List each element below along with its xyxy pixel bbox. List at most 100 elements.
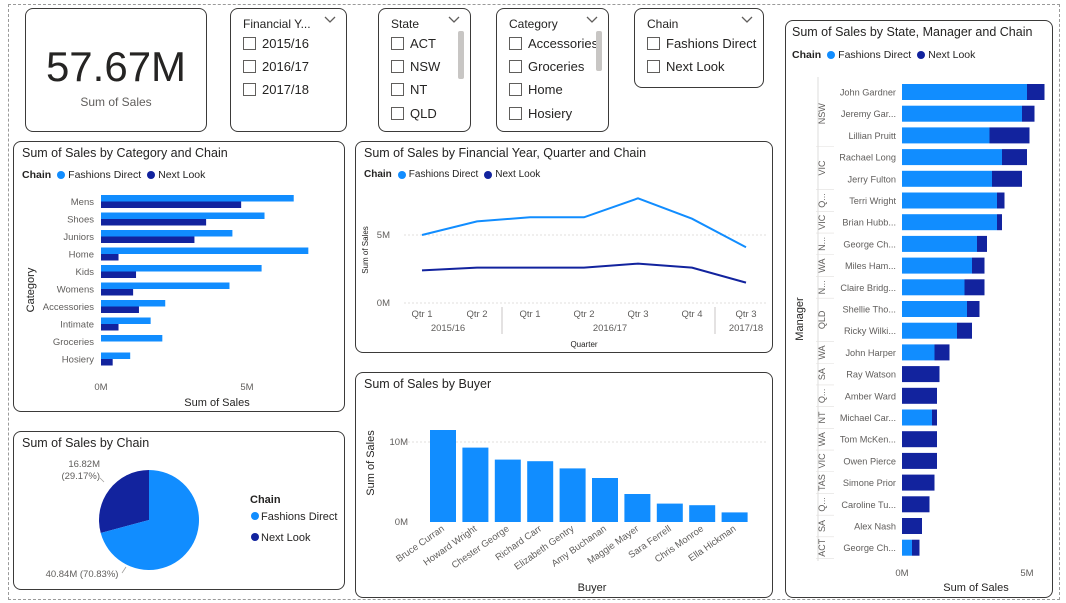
checkbox[interactable] [243, 60, 256, 73]
slicer-option[interactable]: Hosiery [509, 106, 572, 121]
chevron-down-icon[interactable] [448, 13, 460, 27]
manager-label: Terri Wright [849, 196, 896, 206]
quarter-label: Qtr 1 [519, 309, 540, 320]
y-tick: 10M [390, 437, 409, 448]
chevron-down-icon[interactable] [741, 13, 753, 27]
bar-next-look [902, 518, 922, 534]
checkbox[interactable] [509, 83, 522, 96]
state-label: N... [817, 237, 827, 251]
bar-next-look [902, 496, 930, 513]
quarter-label: Qtr 2 [466, 309, 487, 320]
state-label: TAS [817, 474, 827, 491]
line-next-look [421, 262, 747, 284]
slicer-option[interactable]: Next Look [647, 59, 725, 74]
category-label: Mens [71, 197, 94, 208]
year-line-chart: 5M 0M Sum of Sales 2015/16 2016/17 2017/… [361, 197, 768, 349]
checkbox[interactable] [509, 37, 522, 50]
legend-item-next-look: Next Look [261, 532, 311, 544]
slicer-option[interactable]: 2015/16 [243, 36, 309, 51]
slicer-option[interactable]: NT [391, 82, 427, 97]
slicer-option[interactable]: Accessories [509, 36, 598, 51]
x-tick: 5M [1020, 568, 1033, 579]
bar-fashions-direct [902, 344, 935, 361]
category-chart-card[interactable]: Sum of Sales by Category and Chain Chain… [13, 141, 345, 412]
bar-fashions-direct [902, 192, 997, 209]
manager-bar-chart: 0M 5M Sum of Sales Manager John Gardner J… [794, 77, 1045, 594]
chevron-down-icon[interactable] [586, 13, 598, 27]
x-axis-label: Sum of Sales [184, 397, 250, 409]
manager-label: Jerry Fulton [847, 174, 896, 184]
manager-label: Caroline Tu... [841, 500, 896, 510]
manager-label: Claire Bridg... [840, 283, 896, 293]
manager-label: Tom McKen... [840, 435, 896, 445]
state-label: N... [817, 280, 827, 294]
state-label: Q... [817, 497, 827, 512]
legend-title: Chain [250, 494, 281, 506]
chevron-down-icon[interactable] [324, 13, 336, 27]
scrollbar[interactable] [458, 31, 464, 79]
kpi-value: 57.67M [45, 43, 187, 90]
slicer-option[interactable]: Fashions Direct [647, 36, 756, 51]
bar-fashions-direct [902, 409, 932, 426]
slicer-chain[interactable]: Chain Fashions Direct Next Look [634, 8, 764, 88]
slicer-option[interactable]: 2017/18 [243, 82, 309, 97]
manager-label: Alex Nash [854, 522, 896, 532]
slicer-option[interactable]: QLD [391, 106, 437, 121]
category-label: Groceries [53, 337, 94, 348]
bar-next-look [992, 170, 1022, 187]
slicer-option[interactable]: Home [509, 82, 563, 97]
bar-next-look [1002, 149, 1027, 166]
bar-fashions-direct [101, 282, 230, 289]
slicer-option[interactable]: 2016/17 [243, 59, 309, 74]
legend-dot-next-look [251, 533, 259, 541]
buyer-bar [624, 494, 651, 522]
category-label: Shoes [67, 215, 94, 226]
slicer-category[interactable]: Category Accessories Groceries Home Hosi… [496, 8, 609, 132]
kpi-card[interactable]: 57.67M Sum of Sales [25, 8, 207, 132]
pie-chart-card[interactable]: Sum of Sales by Chain 16.82M (29.17%) 40.… [13, 431, 345, 590]
manager-label: Miles Ham... [845, 261, 896, 271]
checkbox[interactable] [509, 107, 522, 120]
slice-label-next-look: 16.82M (29.17%) [61, 459, 100, 482]
buyer-bar-chart: 10M 0M Sum of Sales Buyer Bruce CurranHo… [365, 430, 768, 594]
checkbox[interactable] [509, 60, 522, 73]
manager-label: Lillian Pruitt [849, 131, 897, 141]
year-chart-card[interactable]: Sum of Sales by Financial Year, Quarter … [355, 141, 773, 353]
bar-next-look [934, 344, 950, 361]
checkbox[interactable] [243, 83, 256, 96]
slicer-title: State [391, 17, 420, 31]
x-axis-label: Quarter [570, 340, 597, 349]
checkbox[interactable] [391, 60, 404, 73]
checkbox[interactable] [391, 83, 404, 96]
manager-label: John Gardner [840, 88, 896, 98]
manager-label: Ricky Wilki... [844, 326, 896, 336]
scrollbar[interactable] [596, 31, 602, 71]
quarter-label: Qtr 1 [411, 309, 432, 320]
category-label: Juniors [63, 232, 94, 243]
bar-next-look [912, 539, 920, 556]
slicer-option[interactable]: ACT [391, 36, 436, 51]
checkbox[interactable] [243, 37, 256, 50]
slicer-option[interactable]: NSW [391, 59, 440, 74]
x-axis-label: Buyer [578, 582, 607, 594]
bar-fashions-direct [101, 317, 151, 324]
bar-next-look [101, 324, 119, 331]
checkbox[interactable] [391, 37, 404, 50]
manager-chart-card[interactable]: Sum of Sales by State, Manager and Chain… [785, 20, 1053, 598]
manager-label: John Harper [845, 348, 896, 358]
bar-fashions-direct [101, 335, 163, 342]
y-tick: 0M [395, 517, 408, 528]
year-label: 2017/18 [729, 323, 763, 334]
checkbox[interactable] [391, 107, 404, 120]
slicer-financial-year[interactable]: Financial Y... 2015/16 2016/17 2017/18 [230, 8, 347, 132]
checkbox[interactable] [647, 60, 660, 73]
bar-next-look [101, 306, 139, 313]
bar-next-look [101, 254, 119, 261]
slicer-state[interactable]: State ACT NSW NT QLD [378, 8, 471, 132]
y-tick: 5M [377, 230, 390, 241]
checkbox[interactable] [647, 37, 660, 50]
buyer-chart-card[interactable]: Sum of Sales by Buyer 10M 0M Sum of Sale… [355, 372, 773, 598]
bar-next-look [1027, 84, 1045, 100]
slicer-option[interactable]: Groceries [509, 59, 584, 74]
bar-next-look [902, 452, 937, 469]
